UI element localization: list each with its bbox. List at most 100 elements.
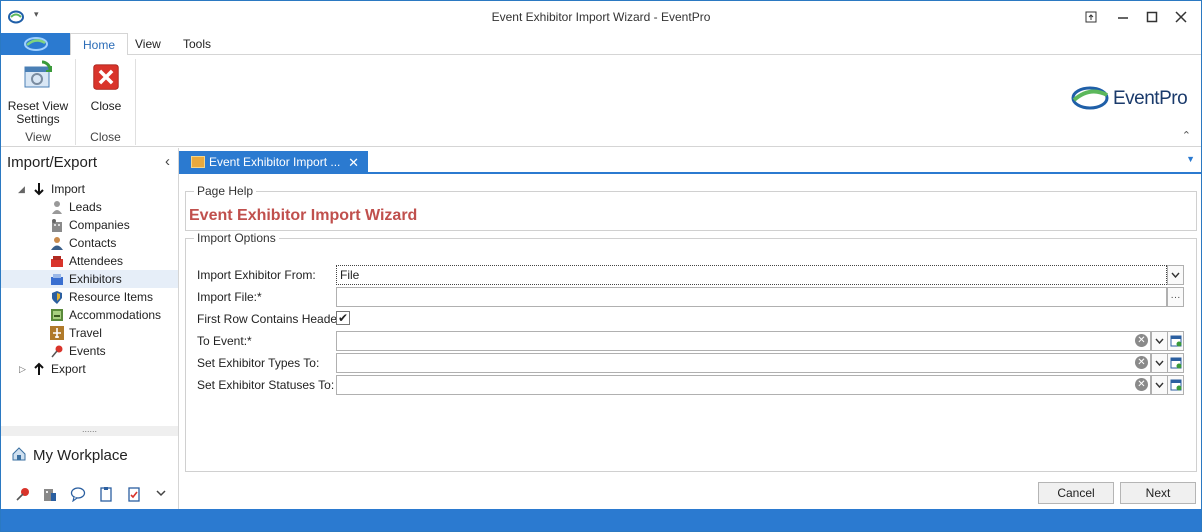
tree-item-label: Travel bbox=[69, 326, 102, 340]
minimize-icon bbox=[1118, 17, 1128, 19]
tree-item-label: Export bbox=[51, 362, 86, 376]
chevron-down-icon bbox=[1171, 272, 1180, 278]
tree-item-export[interactable]: ▷ Export bbox=[1, 360, 178, 378]
resource-icon bbox=[52, 291, 62, 304]
maximize-button[interactable] bbox=[1138, 5, 1166, 29]
import-from-label: Import Exhibitor From: bbox=[197, 268, 316, 282]
nav-bottom-toolbar bbox=[1, 482, 178, 506]
lookup-grid-icon bbox=[1170, 379, 1181, 391]
import-file-label: Import File:* bbox=[197, 290, 262, 304]
expand-toggle-icon[interactable]: ◢ bbox=[18, 180, 25, 198]
tree-item-label: Contacts bbox=[69, 236, 117, 250]
exhibitor-statuses-lookup-button[interactable] bbox=[1167, 375, 1184, 395]
building-icon[interactable] bbox=[42, 486, 58, 502]
import-from-row: Import Exhibitor From: File bbox=[193, 265, 1193, 285]
collapse-ribbon-icon[interactable]: ⌃ bbox=[1182, 129, 1191, 142]
to-event-dropdown-button[interactable] bbox=[1151, 331, 1168, 351]
tree-item-label: Exhibitors bbox=[69, 272, 122, 286]
first-row-headers-row: First Row Contains Headers ✔ bbox=[193, 309, 1193, 329]
import-options-legend: Import Options bbox=[194, 231, 279, 245]
chevron-down-icon bbox=[1155, 360, 1164, 366]
first-row-headers-checkbox[interactable]: ✔ bbox=[336, 311, 350, 325]
next-button[interactable]: Next bbox=[1120, 482, 1196, 504]
file-menu-button[interactable] bbox=[1, 33, 70, 55]
tree-item-contacts[interactable]: Contacts bbox=[1, 234, 178, 252]
window-title: Event Exhibitor Import Wizard - EventPro bbox=[491, 10, 711, 24]
to-event-lookup-button[interactable] bbox=[1167, 331, 1184, 351]
pin-window-button[interactable] bbox=[1077, 5, 1105, 29]
tree-item-label: Resource Items bbox=[69, 290, 154, 304]
clear-icon[interactable]: ✕ bbox=[1135, 334, 1148, 347]
exhibitor-statuses-dropdown-button[interactable] bbox=[1151, 375, 1168, 395]
reset-view-icon bbox=[24, 60, 52, 88]
tab-tools[interactable]: Tools bbox=[171, 33, 223, 55]
tree-item-events[interactable]: Events bbox=[1, 342, 178, 360]
reset-view-settings-button[interactable]: Reset View Settings bbox=[5, 59, 71, 126]
exhibitor-icon bbox=[51, 274, 63, 285]
to-event-select[interactable] bbox=[336, 331, 1151, 351]
exhibitor-statuses-select[interactable] bbox=[336, 375, 1151, 395]
my-workplace-label: My Workplace bbox=[33, 447, 128, 464]
chat-bubble-icon[interactable] bbox=[70, 486, 86, 502]
clipboard-icon[interactable] bbox=[98, 486, 114, 502]
import-file-input[interactable] bbox=[336, 287, 1167, 307]
import-from-dropdown-button[interactable] bbox=[1167, 265, 1184, 285]
browse-file-button[interactable]: ··· bbox=[1167, 287, 1184, 307]
exhibitor-types-dropdown-button[interactable] bbox=[1151, 353, 1168, 373]
close-button[interactable]: Close bbox=[80, 63, 132, 113]
eventpro-logo-text: EventPro bbox=[1113, 88, 1188, 109]
close-tab-icon[interactable]: ✕ bbox=[348, 151, 359, 174]
chevron-down-icon bbox=[1155, 338, 1164, 344]
cancel-button[interactable]: Cancel bbox=[1038, 482, 1114, 504]
tree-item-leads[interactable]: Leads bbox=[1, 198, 178, 216]
tree-item-travel[interactable]: Travel bbox=[1, 324, 178, 342]
pin-icon[interactable] bbox=[15, 486, 31, 502]
tab-view[interactable]: View bbox=[123, 33, 173, 55]
tree-item-companies[interactable]: Companies bbox=[1, 216, 178, 234]
ribbon-tabs: Home View Tools bbox=[1, 33, 1201, 56]
tree-item-attendees[interactable]: Attendees bbox=[1, 252, 178, 270]
expand-toggle-icon[interactable]: ▷ bbox=[19, 360, 26, 378]
minimize-button[interactable] bbox=[1109, 5, 1137, 29]
exhibitor-types-row: Set Exhibitor Types To: ✕ bbox=[193, 353, 1193, 373]
app-window: ▾ Event Exhibitor Import Wizard - EventP… bbox=[0, 0, 1202, 532]
tree-item-accommodations[interactable]: Accommodations bbox=[1, 306, 178, 324]
person-icon bbox=[52, 201, 62, 214]
clear-icon[interactable]: ✕ bbox=[1135, 378, 1148, 391]
collapse-nav-icon[interactable]: ‹ bbox=[165, 153, 170, 170]
close-label: Close bbox=[90, 99, 122, 113]
chevron-down-icon[interactable] bbox=[156, 488, 166, 498]
ellipsis-icon: ··· bbox=[1170, 291, 1181, 303]
maximize-icon bbox=[1146, 11, 1158, 23]
lookup-grid-icon bbox=[1170, 335, 1181, 347]
ribbon-group-close: Close Close bbox=[76, 59, 136, 145]
ribbon: Reset View Settings View Close Close Eve… bbox=[1, 55, 1201, 147]
pin-icon bbox=[51, 345, 63, 358]
eventpro-logo-mark-icon bbox=[1071, 86, 1109, 110]
clear-icon[interactable]: ✕ bbox=[1135, 356, 1148, 369]
import-from-select[interactable]: File bbox=[336, 265, 1167, 285]
tree-item-label: Companies bbox=[69, 218, 130, 232]
ribbon-group-close-label: Close bbox=[90, 130, 121, 144]
tab-event-exhibitor-import[interactable]: Event Exhibitor Import ... ✕ bbox=[179, 151, 368, 174]
to-event-label: To Event:* bbox=[197, 334, 252, 348]
tree-item-label: Leads bbox=[69, 200, 102, 214]
tab-home[interactable]: Home bbox=[70, 33, 129, 56]
exhibitor-types-select[interactable] bbox=[336, 353, 1151, 373]
home-icon bbox=[12, 447, 26, 461]
tree-item-exhibitors[interactable]: Exhibitors bbox=[1, 270, 178, 288]
page-help-legend: Page Help bbox=[194, 184, 257, 198]
down-arrow-icon bbox=[34, 183, 44, 196]
close-window-button[interactable] bbox=[1167, 5, 1195, 29]
title-bar: ▾ Event Exhibitor Import Wizard - EventP… bbox=[1, 1, 1201, 33]
my-workplace-button[interactable]: My Workplace bbox=[11, 446, 128, 464]
exhibitor-types-lookup-button[interactable] bbox=[1167, 353, 1184, 373]
eventpro-logo-icon bbox=[24, 37, 48, 51]
checklist-icon[interactable] bbox=[126, 486, 142, 502]
nav-splitter[interactable]: ...... bbox=[1, 425, 178, 436]
tree-item-import[interactable]: ◢ Import bbox=[1, 180, 178, 198]
tab-list-dropdown-icon[interactable]: ▼ bbox=[1186, 154, 1195, 164]
building-icon bbox=[52, 219, 62, 232]
ribbon-group-view: Reset View Settings View bbox=[1, 59, 76, 145]
tree-item-resource-items[interactable]: Resource Items bbox=[1, 288, 178, 306]
